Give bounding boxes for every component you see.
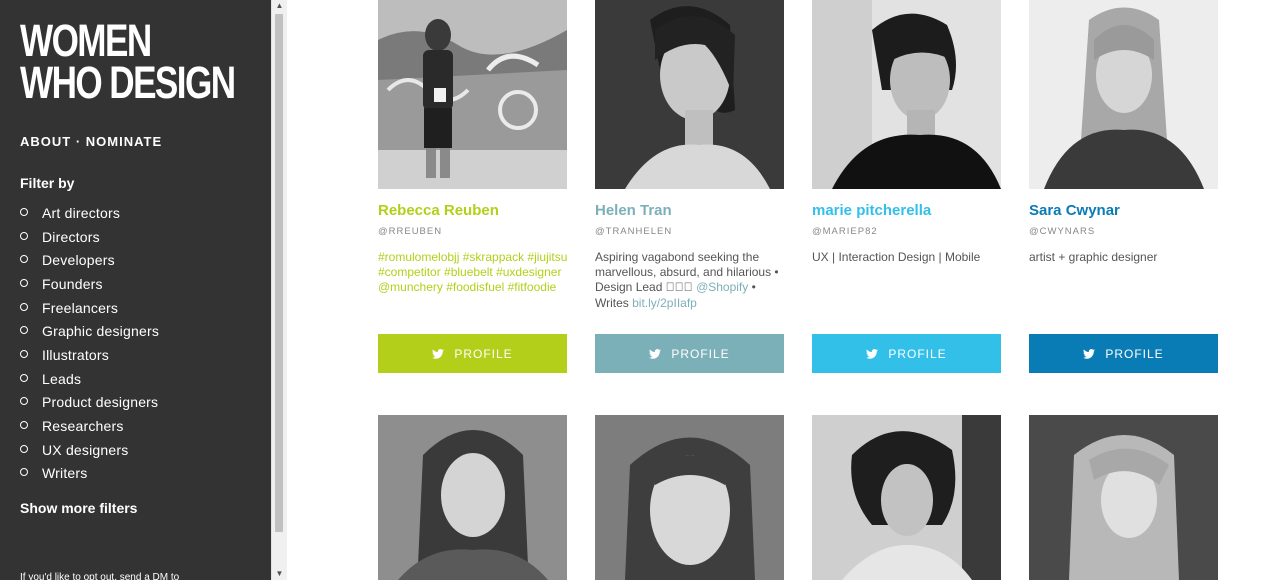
- bio-link-shopify[interactable]: @Shopify: [696, 280, 748, 294]
- logo-line-1: WOMEN: [20, 15, 152, 66]
- site-logo[interactable]: WOMEN WHO DESIGN: [20, 15, 236, 108]
- filter-label: Art directors: [42, 204, 121, 221]
- optout-note: If you'd like to opt out, send a DM to: [20, 572, 180, 580]
- filter-title: Filter by: [20, 175, 75, 191]
- filter-option[interactable]: UX designers: [20, 438, 159, 462]
- radio-icon[interactable]: [20, 444, 28, 453]
- filter-label: Illustrators: [42, 346, 109, 363]
- designer-name[interactable]: marie pitcherella: [812, 202, 931, 219]
- designer-bio: #romulomelobjj #skrappack #jiujitsu #com…: [378, 250, 568, 295]
- filter-option[interactable]: Art directors: [20, 201, 159, 225]
- filter-option[interactable]: Leads: [20, 367, 159, 391]
- designer-name[interactable]: Helen Tran: [595, 202, 672, 219]
- profile-button[interactable]: PROFILE: [595, 334, 784, 373]
- sidebar-scrollbar[interactable]: ▲ ▼: [271, 0, 287, 580]
- filter-option[interactable]: Product designers: [20, 391, 159, 415]
- filter-option[interactable]: Freelancers: [20, 296, 159, 320]
- designer-bio: artist + graphic designer: [1029, 250, 1158, 264]
- filter-label: UX designers: [42, 441, 129, 458]
- radio-icon[interactable]: [20, 421, 28, 430]
- filter-option[interactable]: Founders: [20, 272, 159, 296]
- filter-label: Product designers: [42, 394, 159, 411]
- scroll-down-arrow-icon[interactable]: ▼: [272, 568, 287, 580]
- designer-name[interactable]: Sara Cwynar: [1029, 202, 1120, 219]
- profile-photo[interactable]: [378, 415, 567, 580]
- radio-icon[interactable]: [20, 349, 28, 358]
- radio-icon[interactable]: [20, 326, 28, 335]
- radio-icon[interactable]: [20, 255, 28, 264]
- profile-photo[interactable]: [378, 0, 567, 189]
- filter-list: Art directors Directors Developers Found…: [20, 201, 159, 485]
- designer-handle: @CWYNARS: [1029, 226, 1096, 237]
- profile-photo[interactable]: [1029, 415, 1218, 580]
- radio-icon[interactable]: [20, 302, 28, 311]
- scroll-thumb[interactable]: [275, 14, 283, 532]
- filter-option[interactable]: Researchers: [20, 414, 159, 438]
- profile-button-label: PROFILE: [454, 346, 513, 361]
- designer-bio: UX | Interaction Design | Mobile: [812, 250, 981, 264]
- designer-name[interactable]: Rebecca Reuben: [378, 202, 499, 219]
- profile-photo[interactable]: [1029, 0, 1218, 189]
- profile-photo[interactable]: [812, 415, 1001, 580]
- twitter-bird-icon: [432, 348, 445, 359]
- radio-icon[interactable]: [20, 207, 28, 216]
- filter-option[interactable]: Directors: [20, 225, 159, 249]
- twitter-bird-icon: [1083, 348, 1096, 359]
- designer-handle: @MARIEP82: [812, 226, 878, 237]
- scroll-up-arrow-icon[interactable]: ▲: [272, 0, 287, 12]
- filter-label: Writers: [42, 465, 88, 482]
- profile-button[interactable]: PROFILE: [812, 334, 1001, 373]
- twitter-bird-icon: [866, 348, 879, 359]
- twitter-bird-icon: [649, 348, 662, 359]
- bio-link-bitly[interactable]: bit.ly/2pIIafp: [632, 296, 697, 310]
- profile-button[interactable]: PROFILE: [1029, 334, 1218, 373]
- filter-option[interactable]: Developers: [20, 248, 159, 272]
- profile-photo[interactable]: [595, 415, 784, 580]
- filter-label: Graphic designers: [42, 323, 160, 340]
- top-nav: ABOUT · NOMINATE: [20, 134, 162, 149]
- profile-button-label: PROFILE: [671, 346, 730, 361]
- profile-button[interactable]: PROFILE: [378, 334, 567, 373]
- profile-button-label: PROFILE: [1105, 346, 1164, 361]
- radio-icon[interactable]: [20, 468, 28, 477]
- filter-label: Developers: [42, 252, 115, 269]
- profile-photo[interactable]: [595, 0, 784, 189]
- show-more-filters-link[interactable]: Show more filters: [20, 500, 137, 516]
- filter-option[interactable]: Graphic designers: [20, 319, 159, 343]
- radio-icon[interactable]: [20, 397, 28, 406]
- filter-option[interactable]: Writers: [20, 462, 159, 486]
- logo-line-2: WHO DESIGN: [20, 57, 236, 108]
- radio-icon[interactable]: [20, 231, 28, 240]
- filter-option[interactable]: Illustrators: [20, 343, 159, 367]
- sidebar: WOMEN WHO DESIGN ABOUT · NOMINATE Filter…: [0, 0, 271, 580]
- designer-handle: @RREUBEN: [378, 226, 443, 237]
- designer-handle: @TRANHELEN: [595, 226, 673, 237]
- about-link[interactable]: ABOUT: [20, 134, 71, 149]
- filter-label: Directors: [42, 228, 100, 245]
- nominate-link[interactable]: NOMINATE: [86, 134, 162, 149]
- radio-icon[interactable]: [20, 373, 28, 382]
- filter-label: Leads: [42, 370, 82, 387]
- nav-separator: ·: [71, 134, 86, 149]
- profile-button-label: PROFILE: [888, 346, 947, 361]
- filter-label: Freelancers: [42, 299, 119, 316]
- radio-icon[interactable]: [20, 278, 28, 287]
- filter-label: Researchers: [42, 418, 124, 435]
- profile-photo[interactable]: [812, 0, 1001, 189]
- designer-bio: Aspiring vagabond seeking the marvellous…: [595, 250, 790, 311]
- filter-label: Founders: [42, 275, 103, 292]
